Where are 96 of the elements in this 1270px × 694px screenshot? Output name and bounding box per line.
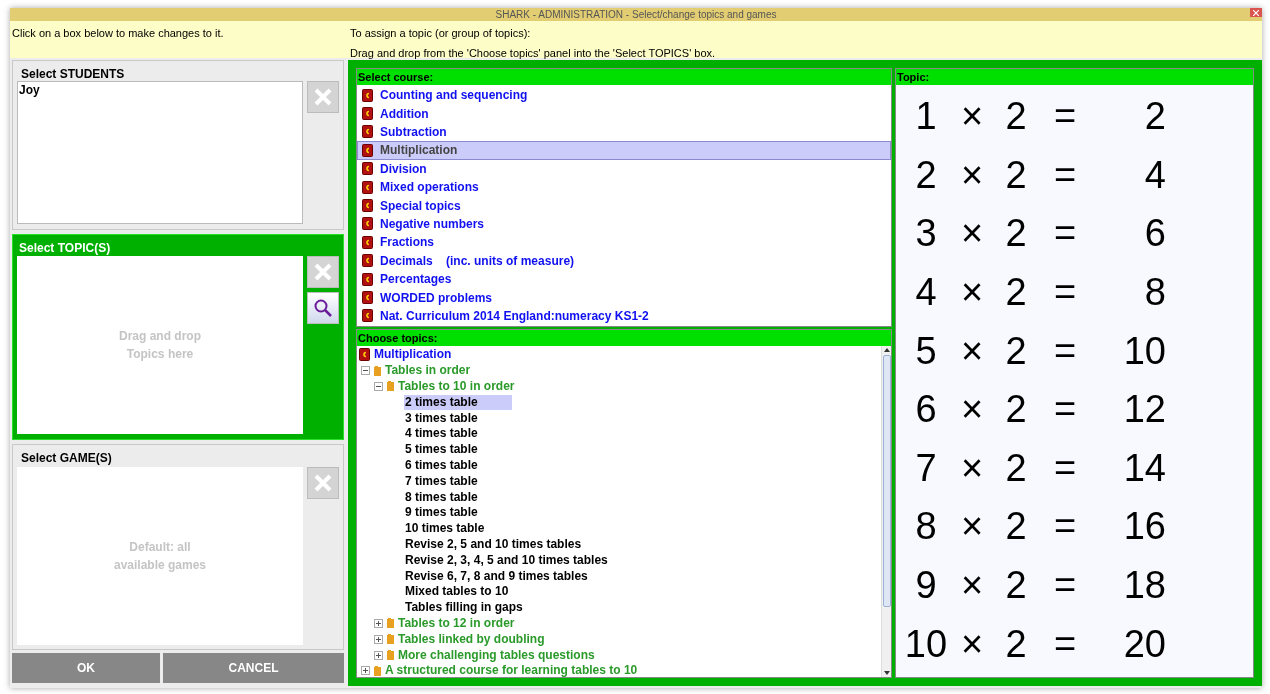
collapse-icon[interactable] [374, 382, 383, 391]
window-title: SHARK - ADMINISTRATION - Select/change topics and games [495, 9, 777, 20]
course-item[interactable]: Fractions [357, 233, 891, 252]
expand-icon[interactable] [374, 618, 383, 628]
placeholder-text: Drag and drop Topics here [118, 328, 202, 363]
course-item[interactable]: Decimals (inc. units of measure) [357, 251, 891, 270]
collapse-icon[interactable] [361, 366, 370, 376]
expand-icon[interactable] [374, 634, 383, 644]
panel-header: Choose topics: [357, 330, 891, 346]
scroll-down-icon[interactable] [882, 669, 891, 677]
book-icon [362, 291, 373, 304]
placeholder-text: Default: all available games [112, 539, 208, 574]
search-button[interactable] [307, 292, 339, 324]
tree-item[interactable]: 9 times table [404, 505, 479, 521]
tree-item[interactable]: Revise 2, 3, 4, 5 and 10 times tables [404, 552, 609, 568]
equation-text: 1 × 2 = 2 [914, 94, 1167, 140]
folder-icon [387, 381, 394, 392]
tree-item[interactable]: Tables to 12 in order [398, 615, 515, 631]
expand-icon[interactable] [361, 666, 370, 676]
book-icon [362, 217, 373, 231]
instruction-text: Drag and drop from the 'Choose topics' panel into the 'Select TOPICS' box. [350, 45, 716, 61]
book-icon [362, 162, 373, 176]
course-item[interactable]: Subtraction [357, 122, 891, 142]
folder-icon [387, 618, 394, 629]
book-icon [362, 125, 373, 139]
close-icon [314, 474, 332, 492]
dialog-button[interactable]: CANCEL [163, 653, 344, 683]
dialog-button[interactable]: OK [12, 653, 160, 683]
close-icon [1253, 9, 1259, 16]
equation-text: 7 × 2 = 14 [914, 445, 1167, 491]
tree-item[interactable]: Tables linked by doubling [398, 631, 545, 647]
course-item[interactable]: Nat. Curriculum 2014 England:numeracy KS1-2 [357, 306, 891, 326]
book-icon [362, 107, 373, 121]
panel-header: Topic: [896, 69, 1253, 85]
folder-icon [387, 650, 394, 661]
scroll-thumb[interactable] [882, 355, 891, 607]
course-item[interactable]: WORDED problems [357, 288, 891, 307]
equation-text: 5 × 2 = 10 [914, 328, 1167, 374]
panel-header: Select course: [357, 69, 891, 85]
book-icon [362, 88, 373, 102]
equation-text: 2 × 2 = 4 [914, 152, 1167, 198]
book-icon [362, 272, 373, 286]
close-icon [314, 263, 332, 281]
tree-item[interactable]: Tables in order [385, 363, 471, 379]
tree-item[interactable]: Mixed tables to 10 [404, 584, 510, 600]
course-item[interactable]: Division [357, 159, 891, 178]
tree-item[interactable]: 6 times table [404, 457, 479, 473]
course-item[interactable]: Special topics [357, 196, 891, 215]
folder-icon [387, 634, 394, 645]
book-icon [362, 143, 373, 157]
tree-item[interactable]: 7 times table [404, 473, 479, 489]
tree-item[interactable]: Tables filling in gaps [404, 600, 524, 616]
tree-item[interactable]: 10 times table [404, 521, 486, 537]
tree-item[interactable]: Revise 2, 5 and 10 times tables [404, 536, 583, 552]
book-icon [362, 254, 373, 268]
search-icon [313, 298, 333, 318]
folder-icon [374, 665, 381, 676]
course-item[interactable]: Multiplication [357, 141, 891, 160]
instruction-text: To assign a topic (or group of topics): [350, 26, 532, 41]
equation-text: 6 × 2 = 12 [914, 387, 1167, 433]
course-item[interactable]: Addition [357, 104, 891, 123]
instruction-text: Click on a box below to make changes to it. [12, 27, 224, 39]
tree-item[interactable]: Tables to 10 in order [398, 379, 515, 394]
tree-item[interactable]: Revise 6, 7, 8 and 9 times tables [404, 568, 589, 584]
tree-item[interactable]: 2 times table [404, 394, 512, 410]
tree-item[interactable]: A structured course for learning tables to 10 [385, 663, 638, 677]
student-item[interactable]: Joy [18, 82, 302, 98]
book-icon [359, 348, 370, 362]
tree-item[interactable]: 5 times table [404, 442, 479, 458]
course-item[interactable]: Percentages [357, 269, 891, 289]
book-icon [362, 235, 373, 249]
tree-item[interactable]: 8 times table [404, 489, 479, 505]
students-list[interactable]: Joy [17, 81, 303, 224]
book-icon [362, 309, 373, 323]
book-icon [362, 199, 373, 213]
equation-text: 8 × 2 = 16 [914, 504, 1167, 550]
book-icon [362, 180, 373, 194]
course-item[interactable]: Negative numbers [357, 214, 891, 234]
equation-text: 3 × 2 = 6 [914, 211, 1167, 257]
scrollbar[interactable] [881, 346, 891, 677]
close-icon [314, 88, 332, 106]
tree-item[interactable]: Multiplication [374, 347, 452, 363]
tree-item[interactable]: 3 times table [404, 410, 479, 426]
close-button[interactable] [1250, 8, 1262, 17]
panel-title: Select STUDENTS [20, 66, 126, 81]
course-item[interactable]: Counting and sequencing [357, 86, 891, 105]
folder-icon [374, 365, 381, 376]
panel-title: Select GAME(S) [20, 450, 113, 467]
equation-text: 9 × 2 = 18 [914, 563, 1167, 609]
expand-icon[interactable] [374, 650, 383, 660]
equation-text: 10 × 2 = 20 [903, 621, 1167, 667]
course-item[interactable]: Mixed operations [357, 177, 891, 197]
equation-text: 4 × 2 = 8 [914, 270, 1167, 316]
panel-title: Select TOPIC(S) [18, 240, 112, 256]
tree-item[interactable]: 4 times table [404, 426, 479, 442]
tree-item[interactable]: More challenging tables questions [398, 647, 595, 663]
